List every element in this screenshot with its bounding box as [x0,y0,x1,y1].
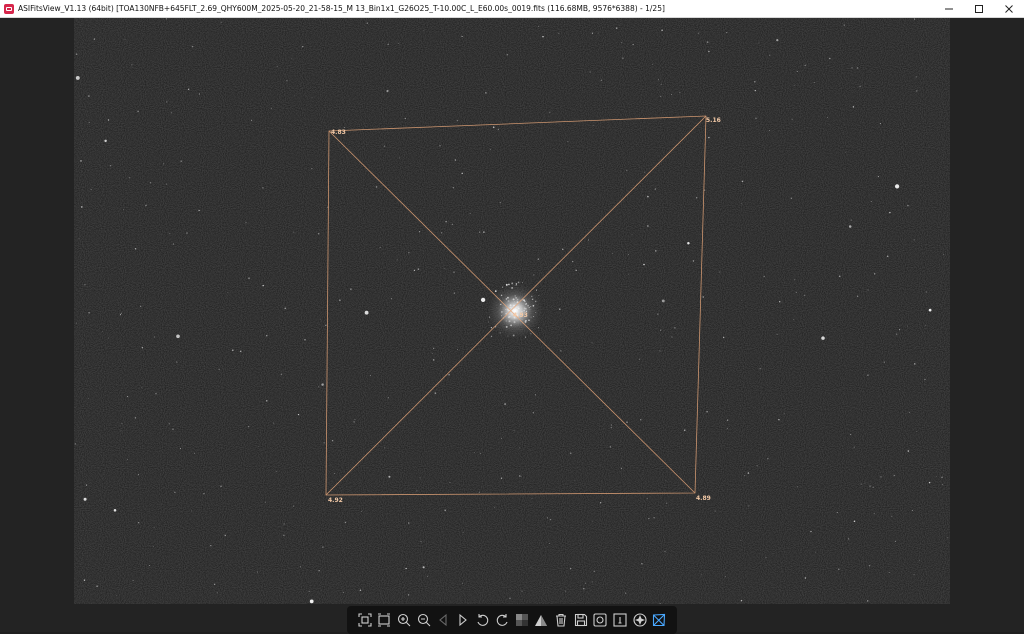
histogram-icon[interactable] [533,612,549,628]
actual-size-icon[interactable] [376,612,392,628]
fits-image[interactable]: 4.83 5.16 4.92 4.89 4.93 [74,18,950,604]
corner-value-top-left: 4.83 [331,129,346,136]
tilt-analysis-icon[interactable] [651,612,667,628]
viewer-area: 4.83 5.16 4.92 4.89 4.93 [0,18,1024,634]
close-icon[interactable] [994,0,1024,17]
star-field-canvas: 4.83 5.16 4.92 4.89 4.93 [74,18,950,604]
window-controls [934,0,1024,17]
corner-value-bottom-left: 4.92 [328,497,343,504]
minimize-icon[interactable] [934,0,964,17]
corner-value-bottom-right: 4.89 [696,495,711,502]
corner-value-top-right: 5.16 [706,117,721,124]
globular-cluster [487,283,543,339]
compare-icon[interactable] [592,612,608,628]
star-detect-icon[interactable] [632,612,648,628]
save-icon[interactable] [573,612,589,628]
rotate-right-icon[interactable] [494,612,510,628]
zoom-in-icon[interactable] [396,612,412,628]
delete-icon[interactable] [553,612,569,628]
center-value: 4.93 [513,312,528,319]
title-bar: ASIFitsView_V1.13 (64bit) [TOA130NFB+645… [0,0,1024,18]
app-logo-icon [4,3,14,14]
previous-icon[interactable] [435,612,451,628]
bottom-toolbar [347,606,677,634]
zoom-out-icon[interactable] [416,612,432,628]
stretch-icon[interactable] [514,612,530,628]
next-icon[interactable] [455,612,471,628]
maximize-icon[interactable] [964,0,994,17]
fit-window-icon[interactable] [357,612,373,628]
info-icon[interactable] [612,612,628,628]
window-title: ASIFitsView_V1.13 (64bit) [TOA130NFB+645… [18,4,665,13]
rotate-left-icon[interactable] [475,612,491,628]
